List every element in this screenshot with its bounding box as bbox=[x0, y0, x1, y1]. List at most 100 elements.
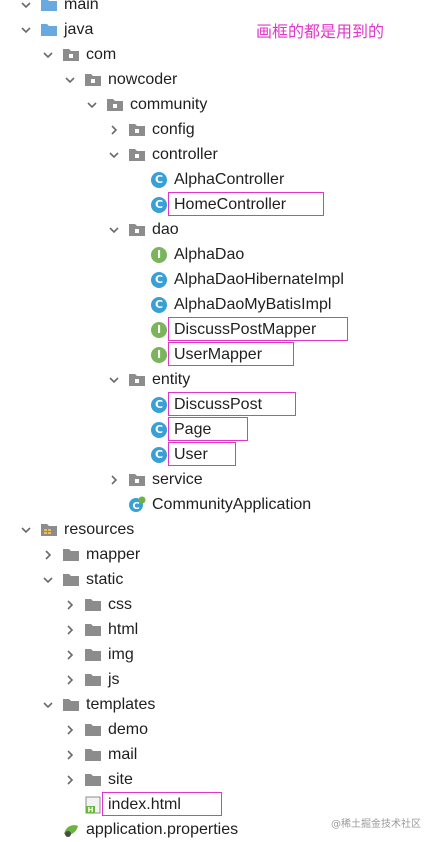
tree-node-dao[interactable]: dao bbox=[0, 217, 429, 242]
chevron-down-icon[interactable] bbox=[84, 97, 100, 113]
tree-node-controller[interactable]: controller bbox=[0, 142, 429, 167]
tree-node-mail[interactable]: mail bbox=[0, 742, 429, 767]
folder-icon bbox=[84, 597, 102, 613]
chevron-right-icon[interactable] bbox=[62, 647, 78, 663]
class-icon: C bbox=[150, 171, 168, 188]
folder-icon bbox=[84, 622, 102, 638]
tree-node-label: java bbox=[64, 21, 94, 38]
chevron-down-icon[interactable] bbox=[106, 222, 122, 238]
tree-node-label: mail bbox=[108, 746, 138, 763]
tree-node-config[interactable]: config bbox=[0, 117, 429, 142]
svg-text:H: H bbox=[88, 806, 94, 814]
chevron-right-icon[interactable] bbox=[62, 722, 78, 738]
tree-node-alphacontroller[interactable]: C AlphaController bbox=[0, 167, 429, 192]
tree-node-demo[interactable]: demo bbox=[0, 717, 429, 742]
chevron-right-icon[interactable] bbox=[62, 622, 78, 638]
highlight-box bbox=[168, 442, 236, 466]
tree-node-label: com bbox=[86, 46, 117, 63]
chevron-down-icon[interactable] bbox=[106, 147, 122, 163]
highlight-box bbox=[168, 392, 296, 416]
chevron-right-icon[interactable] bbox=[62, 772, 78, 788]
tree-node-label: controller bbox=[152, 146, 218, 163]
tree-node-img[interactable]: img bbox=[0, 642, 429, 667]
annotation-text: 画框的都是用到的 bbox=[256, 22, 385, 41]
tree-node-js[interactable]: js bbox=[0, 667, 429, 692]
tree-node-nowcoder[interactable]: nowcoder bbox=[0, 67, 429, 92]
svg-text:C: C bbox=[132, 501, 139, 512]
class-icon: C bbox=[150, 196, 168, 213]
chevron-down-icon[interactable] bbox=[40, 697, 56, 713]
chevron-down-icon[interactable] bbox=[40, 47, 56, 63]
highlight-box bbox=[168, 342, 294, 366]
tree-node-static[interactable]: static bbox=[0, 567, 429, 592]
tree-node-html[interactable]: html bbox=[0, 617, 429, 642]
folder-icon bbox=[84, 672, 102, 688]
chevron-down-icon[interactable] bbox=[40, 572, 56, 588]
highlight-box bbox=[102, 792, 222, 816]
chevron-right-icon[interactable] bbox=[106, 472, 122, 488]
tree-node-label: js bbox=[108, 671, 120, 688]
chevron-right-icon[interactable] bbox=[40, 547, 56, 563]
tree-node-label: entity bbox=[152, 371, 191, 388]
tree-node-label: AlphaDaoHibernateImpl bbox=[174, 271, 344, 288]
tree-node-resources[interactable]: resources bbox=[0, 517, 429, 542]
folder-icon bbox=[84, 722, 102, 738]
tree-node-community[interactable]: community bbox=[0, 92, 429, 117]
chevron-right-icon[interactable] bbox=[62, 672, 78, 688]
chevron-down-icon[interactable] bbox=[106, 372, 122, 388]
tree-node-label: img bbox=[108, 646, 134, 663]
folder-icon bbox=[40, 22, 58, 38]
tree-node-label: AlphaController bbox=[174, 171, 285, 188]
tree-node-label: CommunityApplication bbox=[152, 496, 312, 513]
interface-icon: I bbox=[150, 321, 168, 338]
package-icon bbox=[128, 222, 146, 238]
chevron-down-icon[interactable] bbox=[18, 0, 34, 13]
tree-node-entity[interactable]: entity bbox=[0, 367, 429, 392]
tree-node-alphadaomybatisimpl[interactable]: C AlphaDaoMyBatisImpl bbox=[0, 292, 429, 317]
tree-node-css[interactable]: css bbox=[0, 592, 429, 617]
chevron-right-icon[interactable] bbox=[62, 747, 78, 763]
properties-file-icon bbox=[62, 822, 80, 838]
watermark: @稀土掘金技术社区 bbox=[331, 819, 421, 830]
package-icon bbox=[84, 72, 102, 88]
package-icon bbox=[128, 122, 146, 138]
tree-node-label: site bbox=[108, 771, 133, 788]
tree-node-label: resources bbox=[64, 521, 135, 538]
tree-node-label: html bbox=[108, 621, 139, 638]
tree-node-main[interactable]: main bbox=[0, 0, 429, 17]
class-icon: C bbox=[150, 296, 168, 313]
tree-node-communityapplication[interactable]: C CommunityApplication bbox=[0, 492, 429, 517]
tree-node-label: nowcoder bbox=[108, 71, 178, 88]
interface-icon: I bbox=[150, 246, 168, 263]
tree-node-alphadao[interactable]: I AlphaDao bbox=[0, 242, 429, 267]
chevron-down-icon[interactable] bbox=[62, 72, 78, 88]
tree-node-label: application.properties bbox=[86, 821, 239, 838]
tree-node-mapper[interactable]: mapper bbox=[0, 542, 429, 567]
package-icon bbox=[128, 372, 146, 388]
chevron-right-icon[interactable] bbox=[62, 597, 78, 613]
chevron-down-icon[interactable] bbox=[18, 22, 34, 38]
package-icon bbox=[128, 147, 146, 163]
chevron-right-icon[interactable] bbox=[106, 122, 122, 138]
resources-folder-icon bbox=[40, 522, 58, 538]
class-icon: C bbox=[150, 396, 168, 413]
tree-node-templates[interactable]: templates bbox=[0, 692, 429, 717]
folder-icon bbox=[40, 0, 58, 13]
chevron-down-icon[interactable] bbox=[18, 522, 34, 538]
tree-node-label: AlphaDaoMyBatisImpl bbox=[174, 296, 332, 313]
tree-node-service[interactable]: service bbox=[0, 467, 429, 492]
tree-node-site[interactable]: site bbox=[0, 767, 429, 792]
tree-node-label: AlphaDao bbox=[174, 246, 245, 263]
class-icon: C bbox=[150, 446, 168, 463]
tree-node-com[interactable]: com bbox=[0, 42, 429, 67]
tree-node-label: templates bbox=[86, 696, 156, 713]
interface-icon: I bbox=[150, 346, 168, 363]
class-icon: C bbox=[150, 421, 168, 438]
tree-node-alphadaohibernateimpl[interactable]: C AlphaDaoHibernateImpl bbox=[0, 267, 429, 292]
highlight-box bbox=[168, 317, 348, 341]
package-icon bbox=[62, 47, 80, 63]
highlight-box bbox=[168, 417, 248, 441]
folder-icon bbox=[62, 697, 80, 713]
tree-node-label: config bbox=[152, 121, 195, 138]
tree-node-label: static bbox=[86, 571, 124, 588]
